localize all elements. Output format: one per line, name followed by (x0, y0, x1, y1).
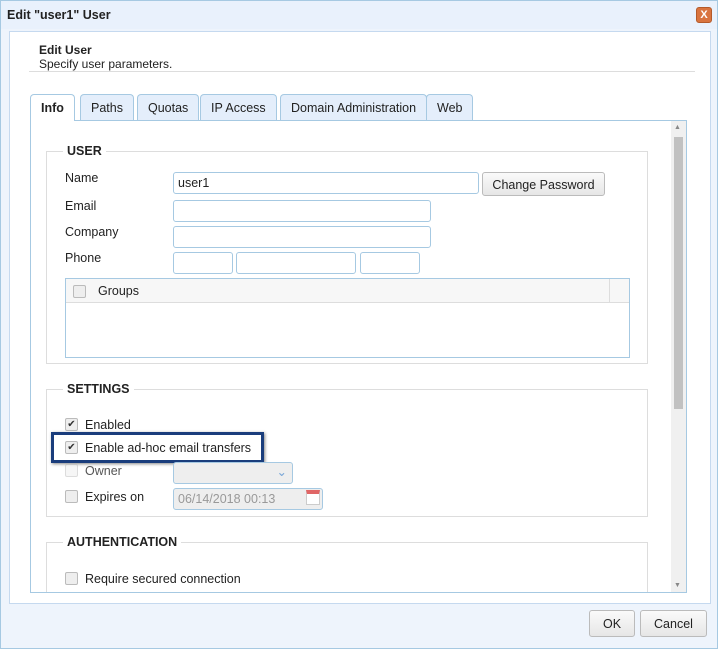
tab-ip-access[interactable]: IP Access (200, 94, 277, 120)
scroll-up-icon[interactable]: ▲ (674, 124, 681, 131)
tab-quotas[interactable]: Quotas (137, 94, 200, 120)
dialog-content: Edit User Specify user parameters. Info … (9, 31, 711, 604)
tab-web[interactable]: Web (426, 94, 474, 120)
adhoc-transfers-checkbox[interactable]: ✔ (65, 441, 78, 454)
expires-date-input[interactable]: 06/14/2018 00:13 (173, 488, 323, 510)
email-label: Email (65, 199, 97, 213)
section-subtitle: Specify user parameters. (39, 57, 173, 71)
title-bar: Edit "user1" User X (1, 1, 717, 29)
section-title: Edit User (39, 43, 92, 57)
email-input[interactable] (173, 200, 431, 222)
groups-column-header[interactable]: Groups (98, 284, 139, 298)
owner-label: Owner (85, 464, 122, 478)
cancel-button[interactable]: Cancel (640, 610, 707, 637)
owner-checkbox[interactable] (65, 464, 78, 477)
phone-label: Phone (65, 251, 102, 265)
change-password-button[interactable]: Change Password (482, 172, 605, 196)
tab-info[interactable]: Info (30, 94, 75, 121)
tab-domain-administration[interactable]: Domain Administration (280, 94, 428, 120)
tab-paths[interactable]: Paths (80, 94, 134, 120)
name-input[interactable]: user1 (173, 172, 479, 194)
calendar-icon[interactable] (306, 490, 320, 505)
scrollbar[interactable]: ▲ ▼ (671, 121, 686, 592)
select-all-checkbox[interactable] (73, 285, 86, 298)
groups-grid: Groups (65, 278, 630, 358)
close-icon[interactable]: X (696, 7, 712, 23)
expires-checkbox[interactable] (65, 490, 78, 503)
enabled-checkbox[interactable]: ✔ (65, 418, 78, 431)
settings-legend: SETTINGS (67, 382, 130, 396)
owner-select[interactable]: ⌄ (173, 462, 293, 484)
scrollbar-thumb[interactable] (674, 137, 683, 409)
phone-number-input[interactable] (236, 252, 356, 274)
user-legend: USER (67, 144, 102, 158)
ok-button[interactable]: OK (589, 610, 635, 637)
scroll-down-icon[interactable]: ▼ (674, 582, 681, 589)
info-panel: ▲ ▼ USER Name user1 Change Password Emai… (30, 120, 687, 593)
secured-connection-checkbox[interactable] (65, 572, 78, 585)
adhoc-transfers-label: Enable ad-hoc email transfers (85, 441, 252, 455)
name-label: Name (65, 171, 99, 185)
phone-country-input[interactable] (173, 252, 233, 274)
divider (29, 71, 695, 72)
secured-connection-label: Require secured connection (85, 572, 241, 586)
edit-user-dialog: Edit "user1" User X Edit User Specify us… (0, 0, 718, 649)
phone-ext-input[interactable] (360, 252, 420, 274)
dialog-title: Edit "user1" User (7, 8, 111, 22)
chevron-down-icon: ⌄ (276, 465, 287, 479)
company-input[interactable] (173, 226, 431, 248)
company-label: Company (65, 225, 119, 239)
groups-header: Groups (66, 279, 629, 303)
enabled-label: Enabled (85, 418, 131, 432)
expires-label: Expires on (85, 490, 145, 504)
authentication-legend: AUTHENTICATION (67, 535, 178, 549)
